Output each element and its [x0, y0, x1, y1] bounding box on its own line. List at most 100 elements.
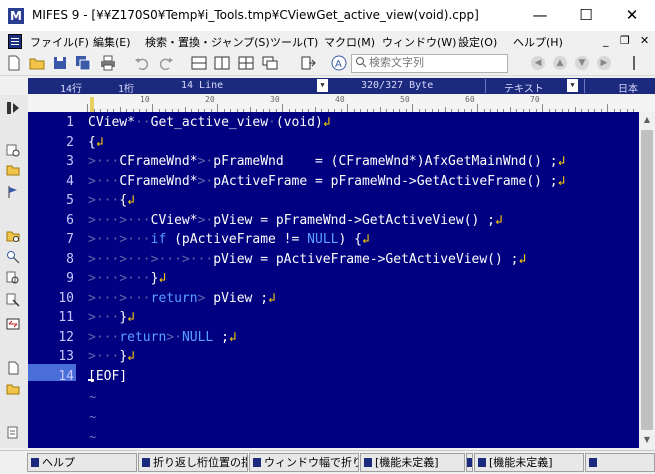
line-number[interactable]: 14 — [28, 368, 74, 386]
code-text[interactable]: >···CFrameWnd*>·pActiveFrame = pFrameWnd… — [88, 173, 565, 191]
menu-search[interactable]: 検索・置換・ジャンプ(S) — [145, 34, 270, 50]
scroll-down-icon[interactable]: ▼ — [639, 432, 655, 448]
code-line[interactable]: 13 >···}↲ — [28, 348, 639, 366]
fkey-7[interactable] — [585, 453, 655, 472]
code-text[interactable]: >···>···>···>···pView = pActiveFrame->Ge… — [88, 251, 526, 269]
code-line[interactable]: 6 >···>···CView*>·pView = pFrameWnd->GetA… — [28, 212, 639, 230]
code-text[interactable]: >···>···CView*>·pView = pFrameWnd->GetAc… — [88, 212, 503, 230]
maximize-button[interactable]: ☐ — [563, 0, 609, 31]
mode-dropdown-icon[interactable]: ▼ — [567, 79, 578, 92]
code-line[interactable]: 1 CView*··Get_active_view·(void)↲ — [28, 114, 639, 132]
find-files-icon[interactable] — [6, 271, 20, 285]
menu-tools[interactable]: ツール(T) — [270, 34, 318, 50]
line-number[interactable]: 12 — [28, 329, 74, 347]
menu-edit[interactable]: 編集(E) — [93, 34, 131, 50]
code-text[interactable]: >···{↲ — [88, 192, 135, 210]
redo-icon[interactable] — [158, 55, 174, 71]
code-text[interactable]: [EOF] — [88, 368, 127, 386]
code-line[interactable]: 14 [EOF] — [28, 368, 639, 386]
code-line[interactable]: 7 >···>···if (pActiveFrame != NULL) {↲ — [28, 231, 639, 249]
code-line[interactable]: 3 >···CFrameWnd*>·pFrameWnd = (CFrameWnd*… — [28, 153, 639, 171]
code-line[interactable]: 2 {↲ — [28, 134, 639, 152]
search-up-button[interactable]: ▲ — [553, 56, 567, 70]
code-text[interactable]: >···>···}↲ — [88, 270, 166, 288]
mdi-close-button[interactable]: ✕ — [640, 34, 649, 47]
replace-files-icon[interactable] — [6, 293, 20, 307]
menu-file[interactable]: ファイル(F) — [30, 34, 89, 50]
minimize-button[interactable]: — — [517, 0, 563, 31]
undo-icon[interactable] — [134, 55, 150, 71]
search-down-button[interactable]: ▼ — [575, 56, 589, 70]
fkey-3[interactable]: ウィンドウ幅で折り返 — [249, 453, 359, 472]
line-number[interactable]: 9 — [28, 270, 74, 288]
code-line[interactable]: 5 >···{↲ — [28, 192, 639, 210]
clip-icon[interactable] — [6, 425, 20, 439]
code-text[interactable]: >···}↲ — [88, 348, 135, 366]
line-number[interactable]: 1 — [28, 114, 74, 132]
line-number[interactable]: 6 — [28, 212, 74, 230]
search-forward-button[interactable]: ▶ — [597, 56, 611, 70]
menu-settings[interactable]: 設定(O) — [458, 34, 497, 50]
code-line[interactable]: 12 >···return>·NULL ;↲ — [28, 329, 639, 347]
mdi-restore-button[interactable]: ❐ — [620, 34, 630, 47]
line-number[interactable]: 4 — [28, 173, 74, 191]
fkey-1[interactable]: ヘルプ — [27, 453, 137, 472]
search-back-button[interactable]: ◀ — [531, 56, 545, 70]
line-number[interactable]: 11 — [28, 309, 74, 327]
code-text[interactable]: >···CFrameWnd*>·pFrameWnd = (CFrameWnd*)… — [88, 153, 565, 171]
new-file-icon[interactable] — [6, 55, 22, 71]
code-text[interactable]: >···return>·NULL ;↲ — [88, 329, 237, 347]
line-number[interactable]: 3 — [28, 153, 74, 171]
split-vertical-icon[interactable] — [214, 55, 230, 71]
line-number[interactable]: 5 — [28, 192, 74, 210]
line-dropdown-icon[interactable]: ▼ — [317, 79, 328, 92]
split-horizontal-icon[interactable] — [191, 55, 207, 71]
save-all-icon[interactable] — [75, 55, 91, 71]
fkey-6[interactable]: [機能未定義] — [474, 453, 584, 472]
code-text[interactable]: CView*··Get_active_view·(void)↲ — [88, 114, 331, 132]
bookmark-icon[interactable] — [630, 55, 646, 71]
fkey-5[interactable] — [466, 453, 473, 472]
folder-search-icon[interactable] — [6, 229, 20, 243]
menu-window[interactable]: ウィンドウ(W) — [382, 34, 456, 50]
grep-icon[interactable] — [6, 250, 20, 264]
open-folder-icon[interactable] — [29, 55, 45, 71]
scroll-up-icon[interactable]: ▲ — [639, 112, 655, 128]
panel-toggle-icon[interactable] — [6, 101, 20, 115]
line-number[interactable]: 7 — [28, 231, 74, 249]
fkey-2[interactable]: 折り返し桁位置の指 — [138, 453, 248, 472]
folder-icon[interactable] — [6, 163, 20, 177]
cascade-icon[interactable] — [262, 55, 278, 71]
line-number[interactable]: 13 — [28, 348, 74, 366]
encoding-indicator[interactable]: 日本 — [618, 80, 638, 95]
mode-indicator[interactable]: テキスト — [504, 80, 544, 95]
close-button[interactable]: ✕ — [609, 0, 655, 31]
history-icon[interactable] — [6, 143, 20, 157]
code-text[interactable]: >···>···if (pActiveFrame != NULL) {↲ — [88, 231, 370, 249]
menu-help[interactable]: ヘルプ(H) — [513, 34, 563, 50]
new-doc-icon[interactable] — [6, 361, 20, 375]
line-number[interactable]: 2 — [28, 134, 74, 152]
menu-macro[interactable]: マクロ(M) — [324, 34, 375, 50]
mdi-minimize-button[interactable]: _ — [603, 34, 609, 47]
search-input[interactable] — [366, 55, 505, 70]
code-line[interactable]: 4 >···CFrameWnd*>·pActiveFrame = pFrameWn… — [28, 173, 639, 191]
line-number[interactable]: 8 — [28, 251, 74, 269]
print-icon[interactable] — [100, 55, 116, 71]
app-icon[interactable]: M — [8, 8, 24, 24]
code-text[interactable]: >···}↲ — [88, 309, 135, 327]
save-icon[interactable] — [52, 55, 68, 71]
compare-icon[interactable] — [6, 317, 20, 331]
code-editor[interactable]: 1 CView*··Get_active_view·(void)↲ 2 {↲ 3 >···… — [28, 112, 639, 448]
scroll-thumb[interactable] — [641, 130, 653, 430]
search-options-icon[interactable]: A — [331, 55, 347, 71]
code-line[interactable]: 10 >···>···return> pView ;↲ — [28, 290, 639, 308]
code-line[interactable]: 8 >···>···>···>···pView = pActiveFrame->G… — [28, 251, 639, 269]
code-text[interactable]: >···>···return> pView ;↲ — [88, 290, 276, 308]
flag-icon[interactable] — [6, 185, 20, 199]
jump-icon[interactable] — [300, 55, 316, 71]
code-line[interactable]: 9 >···>···}↲ — [28, 270, 639, 288]
search-field[interactable] — [351, 54, 508, 73]
line-number[interactable]: 10 — [28, 290, 74, 308]
split-quad-icon[interactable] — [238, 55, 254, 71]
